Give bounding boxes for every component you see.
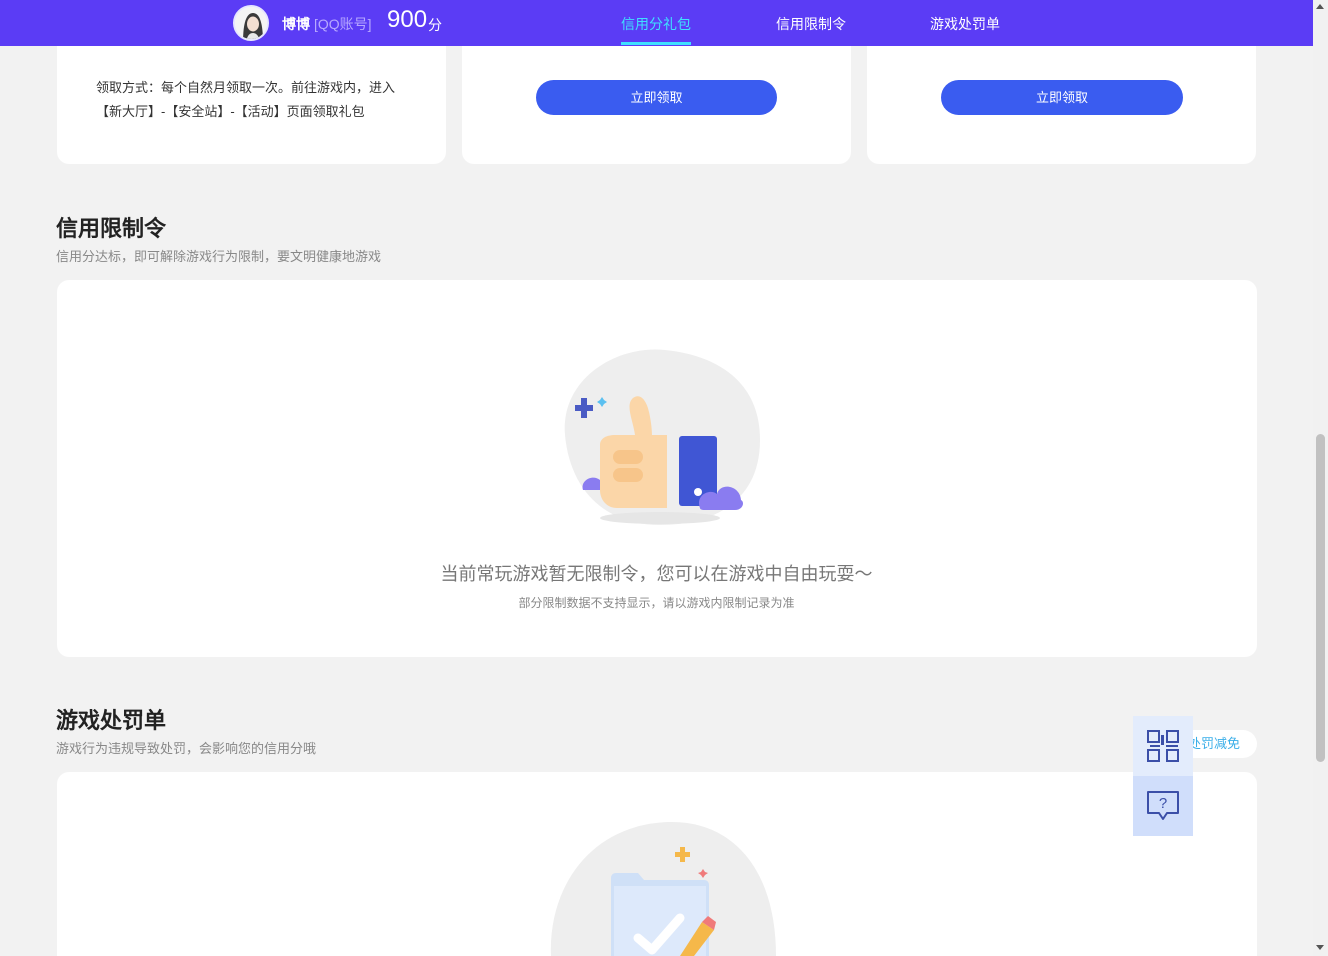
active-tab-indicator: [621, 42, 691, 45]
penalty-section-title: 游戏处罚单: [56, 708, 167, 733]
restriction-empty-note: 部分限制数据不支持显示，请以游戏内限制记录为准: [518, 596, 795, 610]
scroll-down-arrow-icon[interactable]: [1316, 945, 1324, 950]
claim-button-3[interactable]: 立即领取: [941, 80, 1183, 115]
claim-button-2[interactable]: 立即领取: [536, 80, 777, 115]
tab-credit-gift[interactable]: 信用分礼包: [621, 14, 691, 34]
user-name: 博博: [282, 16, 310, 32]
account-type-label: [QQ账号]: [314, 16, 372, 32]
avatar-portrait-icon: [235, 7, 267, 39]
restriction-section-subtitle: 信用分达标，即可解除游戏行为限制，要文明健康地游戏: [56, 249, 382, 264]
svg-text:?: ?: [1159, 795, 1167, 812]
restriction-empty-message: 当前常玩游戏暂无限制令，您可以在游戏中自由玩耍～: [440, 564, 873, 584]
page-scrollbar[interactable]: [1313, 0, 1328, 956]
help-button[interactable]: ?: [1133, 776, 1193, 836]
qrcode-button[interactable]: [1133, 716, 1193, 776]
help-chat-icon: ?: [1147, 791, 1179, 820]
qrcode-icon: [1147, 730, 1179, 762]
gift-claim-instructions: 领取方式：每个自然月领取一次。前往游戏内，进入【新大厅】-【安全站】-【活动】页…: [96, 80, 396, 119]
restriction-section-title: 信用限制令: [56, 216, 167, 241]
thumbs-up-illustration-icon: [564, 349, 760, 525]
top-nav-bar: 博博 [QQ账号] 900 分 信用分礼包 信用限制令 游戏处罚单: [0, 0, 1313, 46]
scroll-thumb[interactable]: [1316, 434, 1325, 762]
credit-score-unit: 分: [428, 17, 442, 33]
user-avatar[interactable]: [233, 5, 269, 41]
tab-game-penalty[interactable]: 游戏处罚单: [930, 14, 1000, 34]
penalty-section-subtitle: 游戏行为违规导致处罚，会影响您的信用分哦: [56, 741, 317, 756]
clipboard-check-illustration-icon: [550, 821, 776, 956]
tab-credit-restriction[interactable]: 信用限制令: [776, 14, 846, 34]
credit-score-value: 900: [387, 6, 428, 33]
scroll-up-arrow-icon[interactable]: [1316, 4, 1324, 9]
